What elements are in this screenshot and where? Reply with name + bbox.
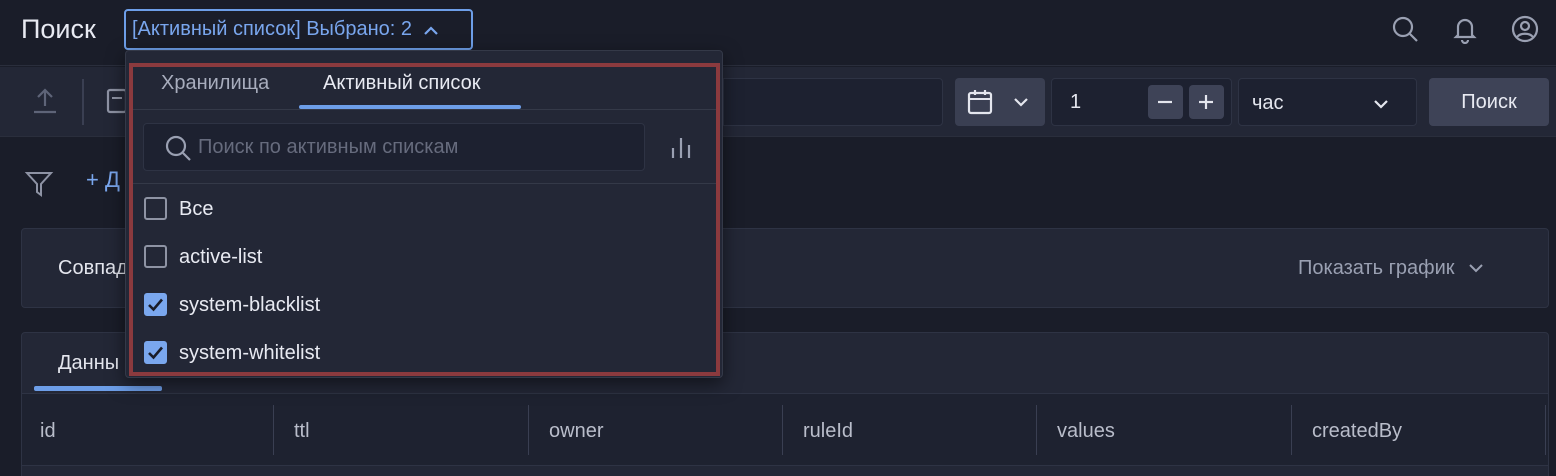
user-icon[interactable] bbox=[1510, 14, 1540, 44]
column-header-owner[interactable]: owner bbox=[549, 420, 603, 443]
source-dropdown bbox=[125, 50, 723, 378]
check-icon bbox=[148, 298, 163, 312]
decrement-button[interactable] bbox=[1148, 85, 1183, 119]
plus-icon bbox=[1199, 95, 1213, 109]
source-selector-label: [Активный список] Выбрано: 2 bbox=[132, 18, 413, 40]
chevron-down-icon bbox=[1374, 100, 1388, 109]
column-header-id[interactable]: id bbox=[40, 420, 56, 443]
check-icon bbox=[148, 346, 163, 360]
list-item-label[interactable]: system-whitelist bbox=[179, 342, 320, 365]
column-divider[interactable] bbox=[273, 405, 274, 455]
minus-icon bbox=[1158, 100, 1172, 104]
column-divider[interactable] bbox=[1291, 405, 1292, 455]
column-divider[interactable] bbox=[1545, 405, 1546, 455]
matches-label: Совпад bbox=[58, 257, 128, 279]
chevron-up-icon bbox=[424, 26, 438, 35]
column-header-values[interactable]: values bbox=[1057, 420, 1115, 443]
checkbox-system-blacklist[interactable] bbox=[144, 293, 167, 316]
search-icon bbox=[165, 135, 191, 161]
show-chart-label: Показать график bbox=[1298, 257, 1455, 279]
time-unit-value: час bbox=[1252, 92, 1284, 114]
query-input[interactable] bbox=[723, 78, 943, 126]
checkbox-system-whitelist[interactable] bbox=[144, 341, 167, 364]
column-divider[interactable] bbox=[782, 405, 783, 455]
date-range-button[interactable] bbox=[955, 78, 1045, 126]
divider bbox=[133, 109, 716, 110]
column-divider[interactable] bbox=[1036, 405, 1037, 455]
search-icon[interactable] bbox=[1390, 14, 1420, 44]
active-list-search-input[interactable] bbox=[198, 129, 638, 165]
search-button[interactable]: Поиск bbox=[1429, 78, 1549, 126]
show-chart-toggle[interactable]: Показать график bbox=[1298, 257, 1484, 280]
bell-icon[interactable] bbox=[1450, 14, 1480, 44]
calendar-icon bbox=[967, 90, 993, 115]
column-divider[interactable] bbox=[528, 405, 529, 455]
bar-chart-icon[interactable] bbox=[670, 136, 692, 160]
upload-icon[interactable] bbox=[30, 86, 60, 116]
filter-icon[interactable] bbox=[24, 170, 54, 198]
tab-data-indicator bbox=[34, 386, 162, 391]
checkbox-active-list[interactable] bbox=[144, 245, 167, 268]
checkbox-all[interactable] bbox=[144, 197, 167, 220]
list-item-label[interactable]: active-list bbox=[179, 246, 262, 269]
quantity-value: 1 bbox=[1070, 91, 1082, 113]
add-filter-button[interactable]: + Д bbox=[86, 167, 120, 193]
tab-data[interactable]: Данны bbox=[58, 352, 119, 375]
column-header-createdby[interactable]: createdBy bbox=[1312, 420, 1402, 443]
divider bbox=[133, 183, 716, 184]
tab-active-list[interactable]: Активный список bbox=[323, 72, 481, 95]
column-header-ttl[interactable]: ttl bbox=[294, 420, 310, 443]
list-item-label[interactable]: Все bbox=[179, 198, 213, 221]
source-selector[interactable]: [Активный список] Выбрано: 2 bbox=[124, 9, 473, 50]
chevron-down-icon bbox=[1469, 264, 1483, 273]
list-item-label[interactable]: system-blacklist bbox=[179, 294, 320, 317]
page-title: Поиск bbox=[21, 14, 96, 44]
tab-storages[interactable]: Хранилища bbox=[161, 72, 269, 95]
column-header-ruleid[interactable]: ruleId bbox=[803, 420, 853, 443]
toolbar-divider bbox=[82, 79, 84, 125]
chevron-down-icon bbox=[1014, 98, 1028, 107]
increment-button[interactable] bbox=[1189, 85, 1224, 119]
